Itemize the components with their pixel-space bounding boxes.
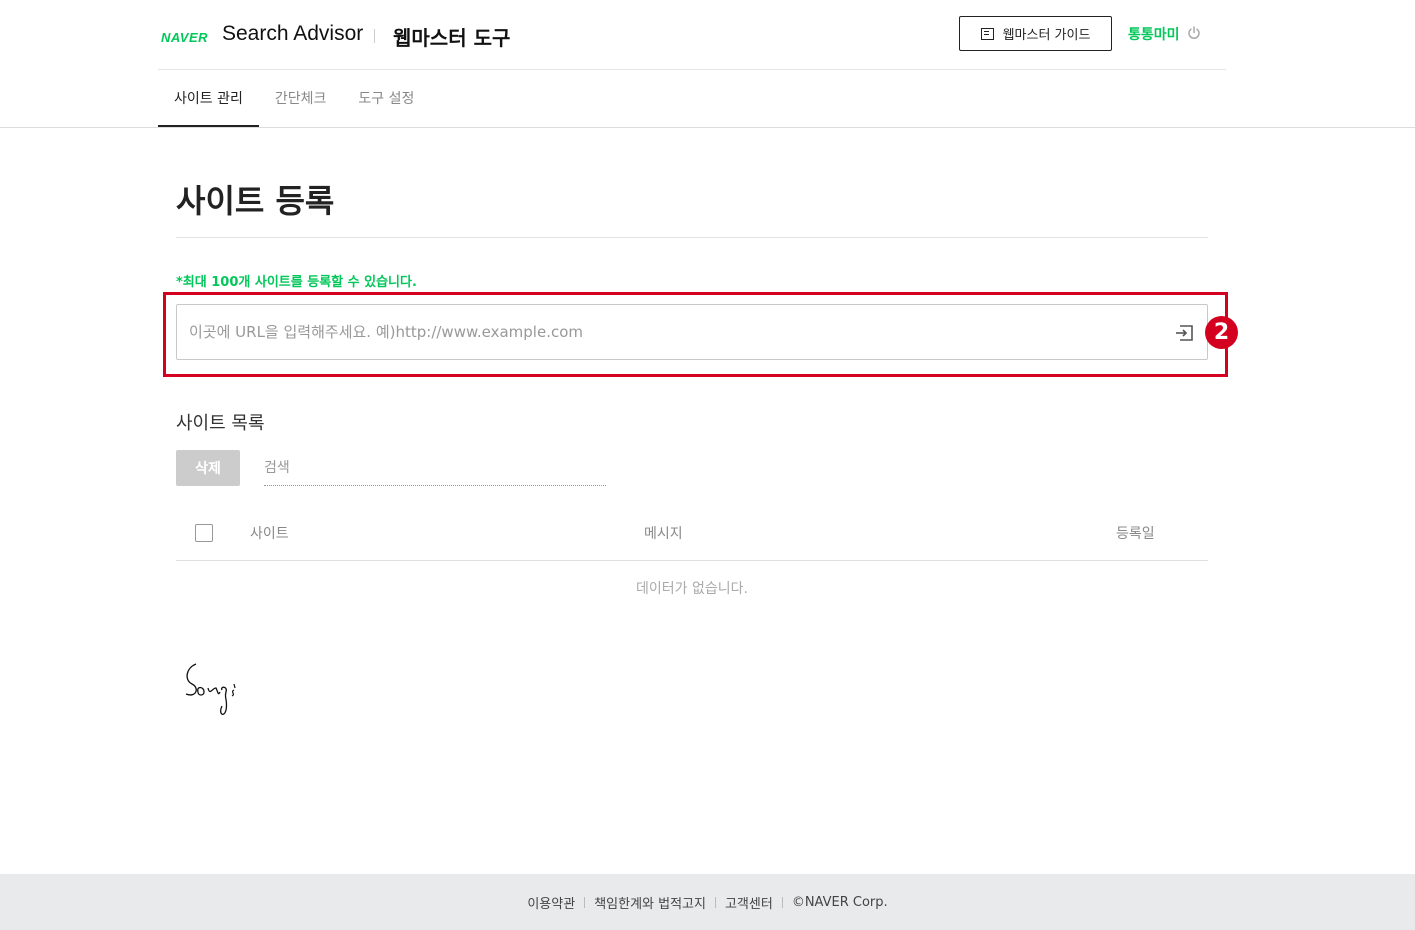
header: NAVER Search Advisor 웹마스터 도구 웹마스터 가이드 통통… (158, 0, 1226, 70)
column-registered-date: 등록일 (1116, 526, 1155, 542)
watermark-logo (185, 663, 236, 716)
site-list-title: 사이트 목록 (176, 413, 265, 434)
page: NAVER Search Advisor 웹마스터 도구 웹마스터 가이드 통통… (0, 0, 1415, 930)
user-name[interactable]: 통통마미 (1128, 24, 1180, 44)
header-divider (374, 29, 375, 43)
tool-title: 웹마스터 도구 (393, 26, 511, 50)
empty-table-message: 데이터가 없습니다. (636, 581, 748, 597)
submit-enter-icon[interactable] (1173, 323, 1195, 343)
tab-site-management[interactable]: 사이트 관리 (158, 71, 259, 127)
step-number-badge: 2 (1205, 316, 1238, 349)
footer-copyright: ©NAVER Corp. (791, 894, 888, 910)
select-all-checkbox[interactable] (195, 524, 213, 542)
footer-divider (781, 896, 783, 908)
site-url-input[interactable] (177, 305, 1207, 359)
footer-link-disclaimer[interactable]: 책임한계와 법적고지 (594, 893, 706, 912)
delete-button[interactable]: 삭제 (176, 450, 240, 486)
search-input[interactable] (264, 450, 606, 485)
power-icon[interactable] (1187, 26, 1201, 40)
main-tabs: 사이트 관리 간단체크 도구 설정 (158, 71, 430, 127)
footer-divider (584, 896, 586, 908)
guide-button-label: 웹마스터 가이드 (1002, 28, 1091, 43)
naver-logo[interactable]: NAVER (161, 30, 208, 45)
column-message: 메시지 (644, 526, 683, 542)
footer-divider (714, 896, 716, 908)
title-divider (176, 237, 1208, 238)
column-site: 사이트 (250, 526, 289, 542)
site-limit-notice: *최대 100개 사이트를 등록할 수 있습니다. (176, 275, 417, 290)
webmaster-guide-button[interactable]: 웹마스터 가이드 (959, 16, 1112, 51)
brand-name[interactable]: Search Advisor (222, 22, 363, 46)
guide-book-icon (980, 27, 994, 40)
footer-link-terms[interactable]: 이용약관 (527, 893, 575, 912)
footer: 이용약관 책임한계와 법적고지 고객센터 ©NAVER Corp. (0, 874, 1415, 930)
tabs-divider (0, 127, 1415, 128)
footer-link-help-center[interactable]: 고객센터 (725, 893, 773, 912)
page-title: 사이트 등록 (176, 182, 335, 220)
tab-tool-settings[interactable]: 도구 설정 (342, 71, 430, 127)
search-field (264, 450, 606, 486)
url-input-box (176, 304, 1208, 360)
tab-quick-check[interactable]: 간단체크 (259, 71, 343, 127)
site-table-header: 사이트 메시지 등록일 (176, 504, 1208, 561)
